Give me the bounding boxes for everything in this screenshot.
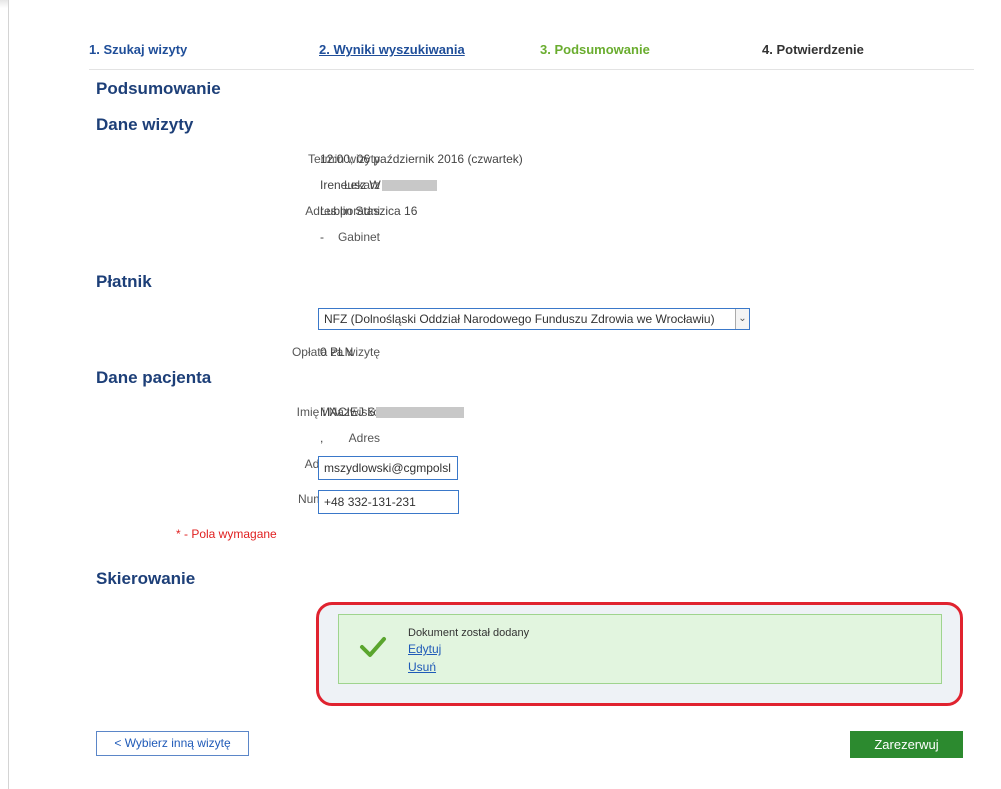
step-summary: 3. Podsumowanie — [540, 42, 650, 57]
visit-room-label: Gabinet — [337, 230, 380, 244]
checkmark-icon — [360, 637, 386, 657]
required-note: * - Pola wymagane — [176, 527, 277, 541]
visit-term-value: 12:00, 06 październik 2016 (czwartek) — [320, 152, 523, 166]
patient-address-value: , — [320, 431, 324, 445]
redacted-mask — [376, 407, 465, 419]
visit-address-row: Adres poradni Lublin Staszica 16 — [90, 204, 790, 222]
page-title: Podsumowanie — [96, 79, 221, 98]
payer-selected-value: NFZ (Dolnośląski Oddział Narodowego Fund… — [324, 312, 715, 326]
step-search[interactable]: 1. Szukaj wizyty — [89, 42, 187, 57]
step-confirmation: 4. Potwierdzenie — [762, 42, 864, 57]
fee-row: Opłata za wizytę 0 PLN — [90, 345, 790, 363]
referral-heading: Skierowanie — [96, 569, 196, 588]
email-field-value: mszydlowski@cgmpolsl — [324, 461, 451, 475]
edit-link[interactable]: Edytuj — [408, 642, 441, 656]
patient-address-label: Adres — [348, 431, 380, 445]
step-results[interactable]: 2. Wyniki wyszukiwania — [319, 42, 465, 57]
visit-term-row: Termin wizyty 12:00, 06 październik 2016… — [90, 152, 790, 170]
delete-link[interactable]: Usuń — [408, 660, 436, 674]
choose-other-visit-button[interactable]: < Wybierz inną wizytę — [96, 731, 249, 756]
fee-value: 0 PLN — [320, 345, 354, 359]
patient-heading: Dane pacjenta — [96, 368, 212, 387]
reserve-button[interactable]: Zarezerwuj — [850, 731, 963, 758]
payer-heading: Płatnik — [96, 272, 152, 291]
chevron-down-icon[interactable]: ⌄ — [735, 309, 749, 329]
phone-field-value: +48 332-131-231 — [324, 495, 416, 509]
referral-status-panel: Dokument został dodany Edytuj Usuń — [338, 614, 942, 684]
patient-name-row: Imię i Nazwisko MACIEJ S — [90, 405, 790, 423]
wizard-steps: 1. Szukaj wizyty 2. Wyniki wyszukiwania … — [89, 42, 974, 70]
visit-doctor-cell: Ireneusz W — [320, 178, 437, 192]
redacted-mask — [381, 180, 437, 192]
phone-field[interactable]: +48 332-131-231 — [318, 490, 459, 514]
patient-name-cell: MACIEJ S — [320, 405, 465, 419]
visit-room-row: Gabinet - — [90, 230, 790, 248]
visit-address-value: Lublin Staszica 16 — [320, 204, 418, 218]
visit-doctor-row: Lekarz Ireneusz W — [90, 178, 790, 196]
patient-address-row: Adres , — [90, 431, 790, 449]
email-field[interactable]: mszydlowski@cgmpolsl — [318, 456, 458, 480]
patient-name-value: MACIEJ S — [320, 405, 376, 419]
payer-select[interactable]: NFZ (Dolnośląski Oddział Narodowego Fund… — [318, 308, 750, 330]
visit-doctor-value: Ireneusz W — [320, 178, 381, 192]
visit-room-value: - — [320, 230, 324, 244]
referral-message: Dokument został dodany — [408, 627, 530, 639]
visit-heading: Dane wizyty — [96, 115, 194, 134]
